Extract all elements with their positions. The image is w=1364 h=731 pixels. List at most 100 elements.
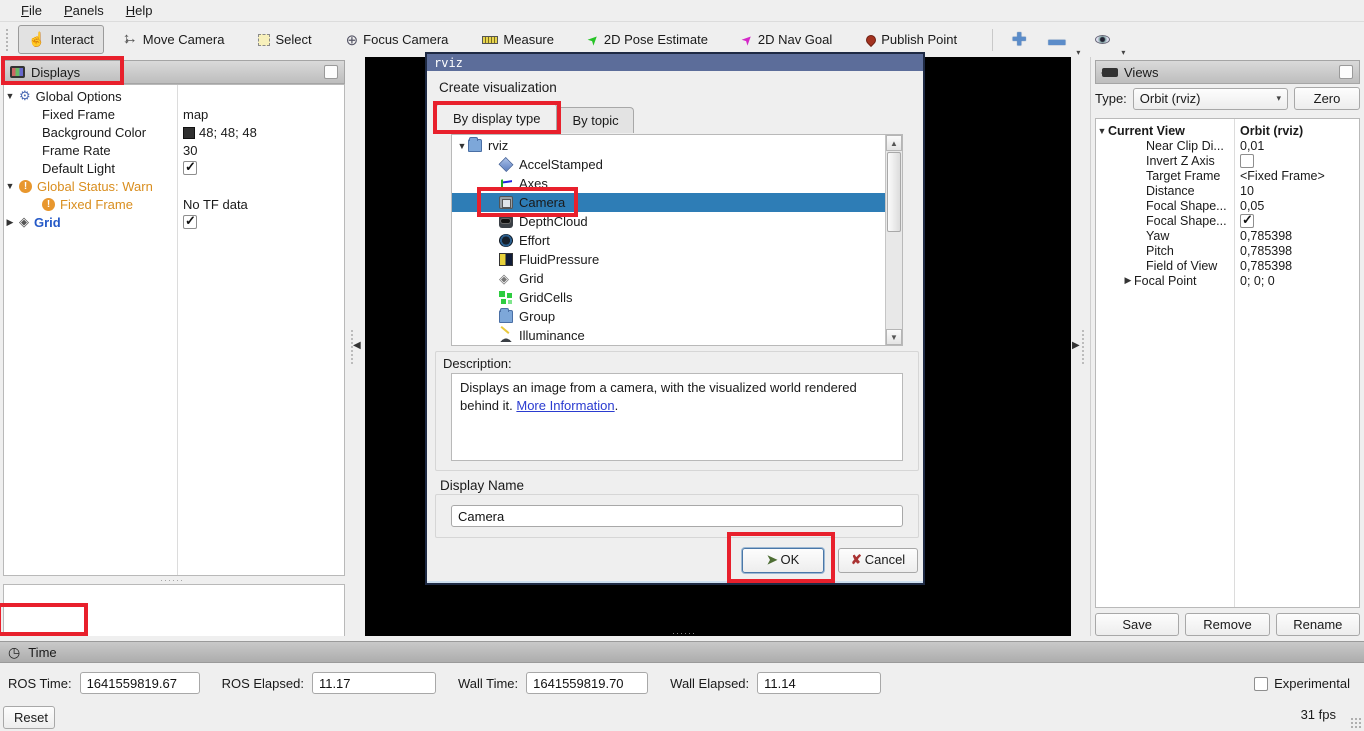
panel-splitter[interactable] bbox=[1082, 330, 1086, 364]
row-value[interactable]: 0,05 bbox=[1240, 199, 1264, 213]
row-value[interactable]: 0,785398 bbox=[1240, 259, 1292, 273]
more-information-link[interactable]: More Information bbox=[516, 398, 614, 413]
ros-elapsed-field[interactable] bbox=[312, 672, 436, 694]
visibility-tool-button[interactable] bbox=[1086, 30, 1119, 49]
experimental-checkbox[interactable] bbox=[1254, 677, 1268, 691]
ros-time-field[interactable] bbox=[80, 672, 200, 694]
time-panel-header[interactable]: ◷ Time bbox=[0, 641, 1364, 663]
tree-row-near-clip[interactable]: Near Clip Di... 0,01 bbox=[1096, 138, 1359, 153]
window-resize-grip[interactable] bbox=[1350, 717, 1362, 729]
select-tool-button[interactable]: Select bbox=[249, 27, 320, 52]
remove-button[interactable]: Remove bbox=[1185, 613, 1269, 636]
checkbox[interactable] bbox=[1240, 154, 1254, 168]
checkbox[interactable] bbox=[1240, 214, 1254, 228]
tree-row-status-fixed-frame[interactable]: ! Fixed Frame No TF data bbox=[4, 195, 344, 213]
focus-camera-tool-button[interactable]: ⊕ Focus Camera bbox=[337, 26, 458, 54]
ok-button[interactable]: ➤OK bbox=[742, 548, 824, 573]
menu-file[interactable]: File bbox=[10, 1, 53, 20]
row-value[interactable]: map bbox=[183, 107, 208, 122]
views-panel-header[interactable]: Views bbox=[1095, 60, 1360, 84]
display-name-input[interactable] bbox=[451, 505, 903, 527]
wall-elapsed-field[interactable] bbox=[757, 672, 881, 694]
tree-row-axes[interactable]: Axes bbox=[452, 174, 902, 193]
caret-right-icon[interactable]: ▶ bbox=[1122, 275, 1134, 286]
tree-row-fixed-frame[interactable]: Fixed Frame map bbox=[4, 105, 344, 123]
chevron-down-icon[interactable]: ▾ bbox=[1121, 48, 1125, 57]
tree-row-global-options[interactable]: ▼ ⚙ Global Options bbox=[4, 87, 344, 105]
cancel-button[interactable]: ✘Cancel bbox=[838, 548, 918, 573]
publish-point-tool-button[interactable]: Publish Point bbox=[857, 27, 966, 52]
chevron-down-icon[interactable]: ▾ bbox=[1076, 48, 1080, 57]
tree-row-focal-point[interactable]: ▶ Focal Point 0; 0; 0 bbox=[1096, 273, 1359, 288]
menu-panels[interactable]: Panels bbox=[53, 1, 115, 20]
displays-panel-float-button[interactable] bbox=[324, 65, 338, 79]
collapse-left-icon[interactable]: ◀ bbox=[353, 340, 361, 351]
move-camera-tool-button[interactable]: ↔↕ Move Camera bbox=[114, 27, 234, 52]
row-value[interactable]: 10 bbox=[1240, 184, 1254, 198]
zero-button[interactable]: Zero bbox=[1294, 87, 1360, 110]
scrollbar-thumb[interactable] bbox=[887, 152, 901, 232]
caret-down-icon[interactable]: ▼ bbox=[4, 91, 16, 101]
tree-row-pitch[interactable]: Pitch 0,785398 bbox=[1096, 243, 1359, 258]
save-button[interactable]: Save bbox=[1095, 613, 1179, 636]
rename-button[interactable]: Rename bbox=[1276, 613, 1360, 636]
caret-down-icon[interactable]: ▼ bbox=[4, 181, 16, 191]
row-value[interactable]: 0,785398 bbox=[1240, 244, 1292, 258]
tree-row-effort[interactable]: Effort bbox=[452, 231, 902, 250]
scrollbar[interactable]: ▲ ▼ bbox=[885, 135, 902, 345]
checkbox[interactable] bbox=[183, 161, 197, 175]
tree-row-yaw[interactable]: Yaw 0,785398 bbox=[1096, 228, 1359, 243]
caret-down-icon[interactable]: ▼ bbox=[1096, 126, 1108, 136]
tree-row-default-light[interactable]: Default Light bbox=[4, 159, 344, 177]
tree-row-background-color[interactable]: Background Color 48; 48; 48 bbox=[4, 123, 344, 141]
caret-down-icon[interactable]: ▼ bbox=[456, 141, 468, 151]
collapse-right-icon[interactable]: ▶ bbox=[1072, 340, 1080, 351]
tree-row-gridcells[interactable]: GridCells bbox=[452, 288, 902, 307]
menu-help[interactable]: Help bbox=[115, 1, 164, 20]
pose-estimate-tool-button[interactable]: ➤ 2D Pose Estimate bbox=[579, 27, 717, 53]
tree-row-distance[interactable]: Distance 10 bbox=[1096, 183, 1359, 198]
row-value[interactable]: 30 bbox=[183, 143, 197, 158]
tree-row-grid[interactable]: ▶ ◈ Grid bbox=[4, 213, 344, 231]
view-type-dropdown[interactable]: Orbit (rviz) ▾ bbox=[1133, 88, 1288, 110]
row-value[interactable]: 48; 48; 48 bbox=[183, 125, 257, 140]
tree-row-depthcloud[interactable]: DepthCloud bbox=[452, 212, 902, 231]
checkbox[interactable] bbox=[183, 215, 197, 229]
tree-row-target-frame[interactable]: Target Frame <Fixed Frame> bbox=[1096, 168, 1359, 183]
views-panel-float-button[interactable] bbox=[1339, 65, 1353, 79]
row-value[interactable]: 0; 0; 0 bbox=[1240, 274, 1275, 288]
tree-row-accelstamped[interactable]: AccelStamped bbox=[452, 155, 902, 174]
reset-button[interactable]: Reset bbox=[3, 706, 55, 729]
tree-row-camera[interactable]: Camera bbox=[452, 193, 902, 212]
tab-by-display-type[interactable]: By display type bbox=[436, 103, 557, 133]
nav-goal-tool-button[interactable]: ➤ 2D Nav Goal bbox=[733, 27, 841, 53]
tree-row-field-of-view[interactable]: Field of View 0,785398 bbox=[1096, 258, 1359, 273]
measure-tool-button[interactable]: Measure bbox=[473, 27, 563, 52]
row-value[interactable]: 0,01 bbox=[1240, 139, 1264, 153]
scroll-down-icon[interactable]: ▼ bbox=[886, 329, 902, 345]
wall-time-field[interactable] bbox=[526, 672, 648, 694]
caret-right-icon[interactable]: ▶ bbox=[4, 217, 16, 228]
tree-row-group[interactable]: Group bbox=[452, 307, 902, 326]
tree-row-global-status[interactable]: ▼ ! Global Status: Warn bbox=[4, 177, 344, 195]
tree-row-invert-z[interactable]: Invert Z Axis bbox=[1096, 153, 1359, 168]
tree-row-rviz-root[interactable]: ▼ rviz bbox=[452, 136, 902, 155]
row-value[interactable]: 0,785398 bbox=[1240, 229, 1292, 243]
tree-row-current-view[interactable]: ▼ Current View Orbit (rviz) bbox=[1096, 123, 1359, 138]
tree-row-fluidpressure[interactable]: FluidPressure bbox=[452, 250, 902, 269]
dialog-titlebar[interactable]: rviz bbox=[425, 52, 925, 71]
tree-row-frame-rate[interactable]: Frame Rate 30 bbox=[4, 141, 344, 159]
toolbar-drag-handle[interactable] bbox=[6, 29, 12, 51]
interact-tool-button[interactable]: ☝ Interact bbox=[18, 25, 104, 54]
row-value[interactable]: <Fixed Frame> bbox=[1240, 169, 1325, 183]
scroll-up-icon[interactable]: ▲ bbox=[886, 135, 902, 151]
tree-row-partial[interactable] bbox=[452, 345, 902, 346]
tab-by-topic[interactable]: By topic bbox=[557, 107, 633, 133]
tree-row-focal-shape-size[interactable]: Focal Shape... 0,05 bbox=[1096, 198, 1359, 213]
add-tool-button[interactable]: ✚ bbox=[1003, 28, 1035, 52]
displays-panel-header[interactable]: Displays bbox=[3, 60, 345, 84]
remove-tool-button[interactable]: ▬ bbox=[1039, 28, 1074, 52]
tree-row-illuminance[interactable]: Illuminance bbox=[452, 326, 902, 345]
tree-row-grid[interactable]: ◈ Grid bbox=[452, 269, 902, 288]
tree-row-focal-shape-fixed[interactable]: Focal Shape... bbox=[1096, 213, 1359, 228]
